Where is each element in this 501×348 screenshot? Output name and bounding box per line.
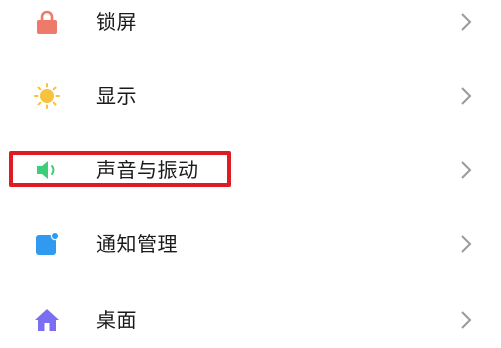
settings-item-label: 桌面 bbox=[96, 308, 137, 332]
lock-icon bbox=[34, 9, 60, 35]
settings-item-sound-vibration[interactable]: 声音与振动 bbox=[0, 140, 501, 200]
sun-icon bbox=[34, 83, 60, 109]
settings-item-label: 声音与振动 bbox=[96, 158, 199, 182]
settings-item-display[interactable]: 显示 bbox=[0, 66, 501, 126]
settings-item-label: 显示 bbox=[96, 84, 137, 108]
notification-icon bbox=[34, 231, 60, 257]
home-icon bbox=[34, 307, 60, 333]
chevron-right-icon bbox=[459, 159, 473, 181]
chevron-right-icon bbox=[459, 309, 473, 331]
chevron-right-icon bbox=[459, 233, 473, 255]
settings-item-notifications[interactable]: 通知管理 bbox=[0, 214, 501, 274]
speaker-icon bbox=[34, 157, 60, 183]
settings-item-label: 锁屏 bbox=[96, 10, 137, 34]
settings-item-label: 通知管理 bbox=[96, 232, 178, 256]
chevron-right-icon bbox=[459, 85, 473, 107]
settings-item-lock-screen[interactable]: 锁屏 bbox=[0, 0, 501, 52]
settings-list: 锁屏 显示 声音与振动 通知管理 桌面 bbox=[0, 0, 501, 348]
chevron-right-icon bbox=[459, 11, 473, 33]
settings-item-desktop[interactable]: 桌面 bbox=[0, 290, 501, 348]
